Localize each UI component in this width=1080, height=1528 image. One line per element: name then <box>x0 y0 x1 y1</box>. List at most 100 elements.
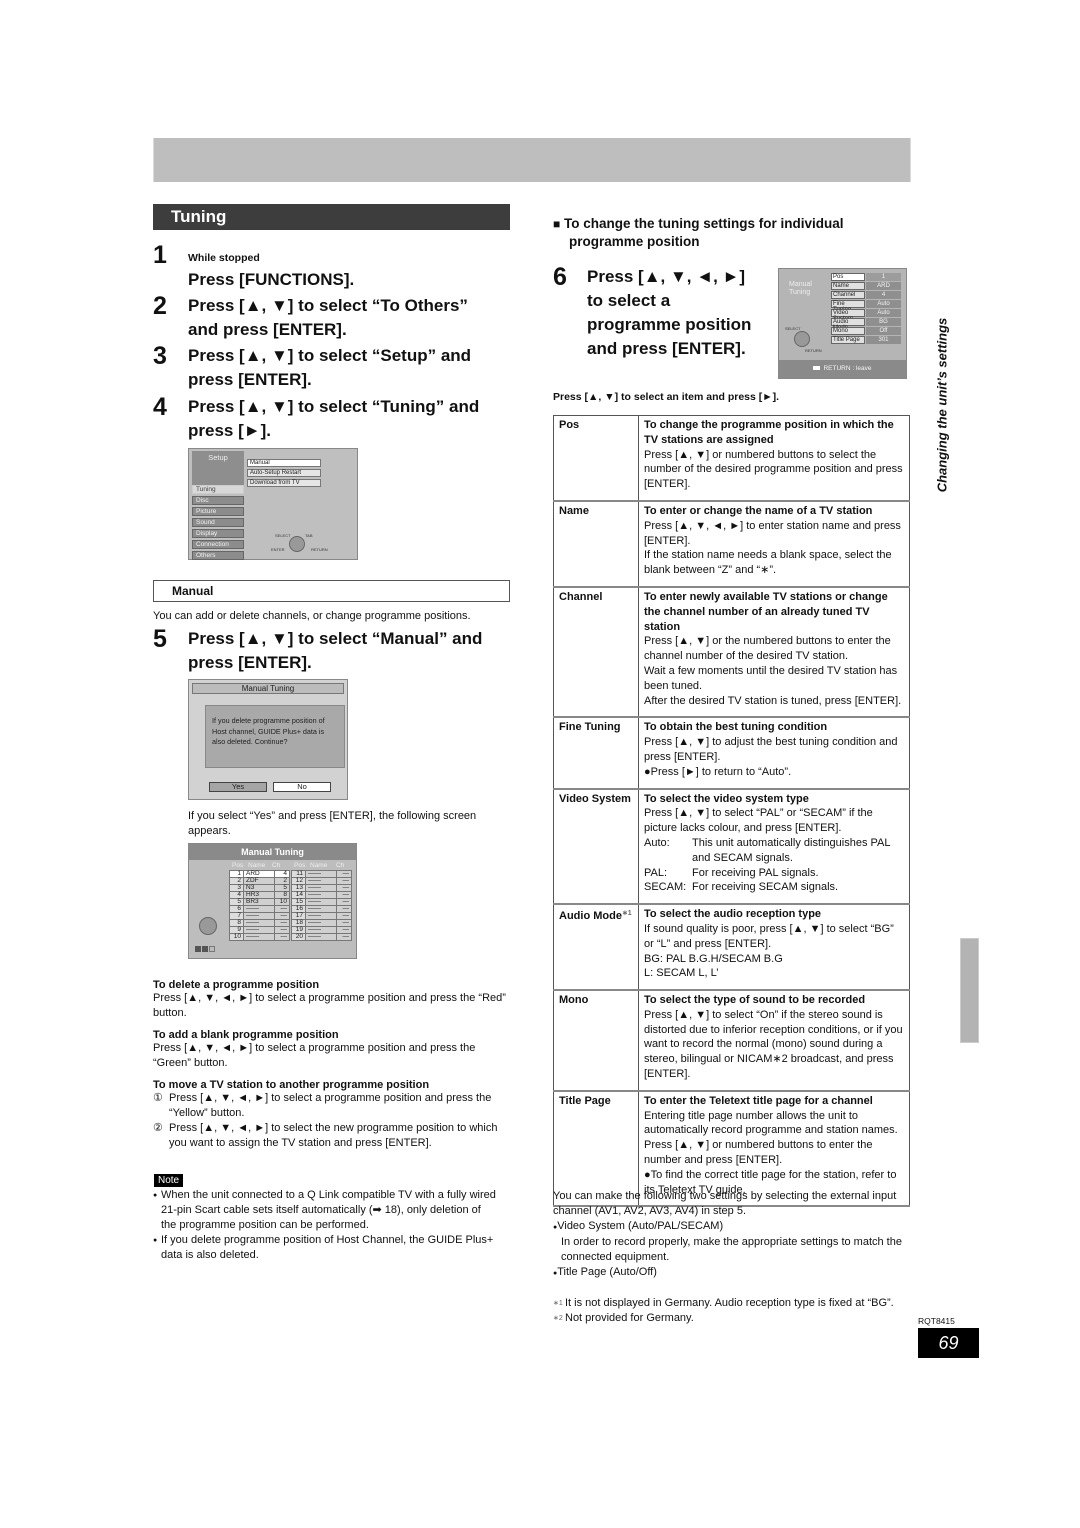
osd-footer-text: RETURN : leave <box>823 365 872 372</box>
setting-line: L: SECAM L, L’ <box>644 967 719 980</box>
definition-term: SECAM: <box>644 881 687 894</box>
manual-tuning-title: Manual Tuning <box>189 844 356 860</box>
external-input-intro: You can make the following two settings … <box>553 1190 897 1217</box>
setting-key: Fine Tuning <box>553 716 639 790</box>
setting-title: To select the audio reception type <box>644 908 822 921</box>
setup-option-manual[interactable]: Manual <box>247 459 321 467</box>
setting-description: To obtain the best tuning condition Press… <box>638 716 910 790</box>
osd-item-label[interactable]: Fine Tuning <box>831 300 865 313</box>
setup-menu-connection[interactable]: Connection <box>192 540 244 549</box>
setting-line: If sound quality is poor, press [▲, ▼] t… <box>644 922 894 950</box>
osd-item-value: Auto <box>866 300 901 308</box>
delete-color-button[interactable] <box>195 946 201 952</box>
setting-key-text: Channel <box>559 590 603 603</box>
step-marker-1: ① <box>153 1092 163 1104</box>
return-hint: RETURN <box>311 547 328 552</box>
programme-row[interactable]: 10 —— — <box>229 933 290 941</box>
note-badge: Note <box>154 1174 184 1187</box>
return-button-icon <box>813 366 821 370</box>
setting-key: Name <box>553 500 639 588</box>
setting-line: After the desired TV station is tuned, p… <box>644 694 902 707</box>
setting-line: Press [▲, ▼] or numbered buttons to sele… <box>644 448 903 491</box>
programme-row[interactable]: 20 —— — <box>291 933 352 941</box>
delete-text: Press [▲, ▼, ◄, ►] to select a programme… <box>153 992 506 1019</box>
yes-button[interactable]: Yes <box>209 782 267 792</box>
osd-item-label[interactable]: Channel <box>831 291 865 299</box>
setting-line: Press [▲, ▼] to select “PAL” or “SECAM” … <box>644 807 873 835</box>
setup-menu-display[interactable]: Display <box>192 529 244 538</box>
move-color-button[interactable] <box>209 946 215 952</box>
note-item: ● If you delete programme position of Hos… <box>153 1233 498 1263</box>
setting-description: To select the audio reception type If sou… <box>638 903 910 991</box>
note-item-text: When the unit connected to a Q Link comp… <box>161 1189 496 1231</box>
right-heading-line2: programme position <box>569 234 700 249</box>
step-2-line2: and press [ENTER]. <box>188 320 347 339</box>
table-intro: Press [▲, ▼] to select an item and press… <box>553 391 780 403</box>
setting-line: Press [▲, ▼] to adjust the best tuning c… <box>644 736 898 763</box>
chapter-side-label: Changing the unit’s settings <box>930 300 954 510</box>
step-marker-2: ② <box>153 1122 163 1134</box>
programme-pos: 20 <box>291 933 306 941</box>
osd-item-label[interactable]: Mono <box>831 327 865 335</box>
osd-item-label[interactable]: Pos <box>831 273 865 281</box>
step-2-text: Press [▲, ▼] to select “To Others” and p… <box>188 294 468 342</box>
no-button[interactable]: No <box>273 782 331 792</box>
step-3-number: 3 <box>153 342 167 370</box>
step-6-line4: and press [ENTER]. <box>587 339 746 358</box>
setting-key: Pos <box>553 414 639 502</box>
note-item-text: If you delete programme position of Host… <box>161 1234 494 1261</box>
external-item-1-text: Video System (Auto/PAL/SECAM) <box>557 1220 724 1232</box>
osd-item-label[interactable]: Video System <box>831 309 865 322</box>
chapter-tab <box>960 938 979 1043</box>
step-4-number: 4 <box>153 393 167 421</box>
setting-key-text: Name <box>559 504 589 517</box>
page-number: 69 <box>918 1328 979 1358</box>
programme-pos: 10 <box>229 933 244 941</box>
setting-key-text: Video System <box>559 792 631 805</box>
settings-row: Channel To enter newly available TV stati… <box>553 586 910 718</box>
setup-menu-tuning[interactable]: Tuning <box>192 485 244 494</box>
step-3-line2: press [ENTER]. <box>188 370 312 389</box>
programme-table-right: 11 —— —12 —— —13 —— —14 —— —15 —— —16 —— —17 —— —18 —— —… <box>291 870 352 941</box>
setup-menu-sound[interactable]: Sound <box>192 518 244 527</box>
osd-item-label[interactable]: Title Page <box>831 336 865 344</box>
col-pos-left: Pos <box>232 862 244 869</box>
step-5-line2: press [ENTER]. <box>188 653 312 672</box>
step-6-line3: programme position <box>587 315 752 334</box>
setting-line: Press [▲, ▼] or numbered buttons to ente… <box>644 1139 873 1167</box>
setup-menu-picture[interactable]: Picture <box>192 507 244 516</box>
setup-option-auto-setup-restart[interactable]: Auto-Setup Restart <box>247 469 321 477</box>
move-step-2-text: Press [▲, ▼, ◄, ►] to select the new pro… <box>169 1122 498 1149</box>
setting-title: To enter or change the name of a TV stat… <box>644 504 873 517</box>
confirm-dialog-screen: Manual Tuning If you delete programme po… <box>188 679 348 800</box>
col-name-left: Name <box>248 862 266 869</box>
osd-item-value: 1 <box>866 273 901 281</box>
osd-item-label[interactable]: Name <box>831 282 865 290</box>
right-heading: ■ To change the tuning settings for indi… <box>553 215 844 251</box>
setup-option-download-from-tv[interactable]: Download from TV <box>247 479 321 487</box>
osd-item-label[interactable]: Audio Mode <box>831 318 865 331</box>
setup-menu-others[interactable]: Others <box>192 551 244 560</box>
instructions: To delete a programme position Press [▲,… <box>153 979 510 1151</box>
osd-item-value: Auto <box>866 309 901 317</box>
osd-item-value: 4 <box>866 291 901 299</box>
setting-key-text: Title Page <box>559 1094 611 1107</box>
settings-table: Pos To change the programme position in w… <box>553 414 910 1207</box>
add-color-button[interactable] <box>202 946 208 952</box>
bullet-icon: ● <box>153 1192 158 1199</box>
definition-row: PAL: For receiving PAL signals. <box>644 866 904 881</box>
step-4-text: Press [▲, ▼] to select “Tuning” and pres… <box>188 395 479 443</box>
setup-menu-disc[interactable]: Disc <box>192 496 244 505</box>
step-5-text: Press [▲, ▼] to select “Manual” and pres… <box>188 627 482 675</box>
header-band <box>153 138 911 182</box>
step-2-number: 2 <box>153 292 167 320</box>
setting-key-text: Pos <box>559 419 580 431</box>
setup-menu-screen: Setup Tuning Disc Picture Sound Display … <box>188 448 358 560</box>
manual-section-box: Manual <box>153 580 510 602</box>
setting-line: Press [▲, ▼, ◄, ►] to enter station name… <box>644 519 901 547</box>
definition-row: SECAM: For receiving SECAM signals. <box>644 880 904 895</box>
definition-text: For receiving PAL signals. <box>692 866 819 879</box>
step-6-number: 6 <box>553 263 567 291</box>
setting-key: Video System <box>553 788 639 905</box>
move-step-2: ② Press [▲, ▼, ◄, ►] to select the new p… <box>153 1121 510 1151</box>
